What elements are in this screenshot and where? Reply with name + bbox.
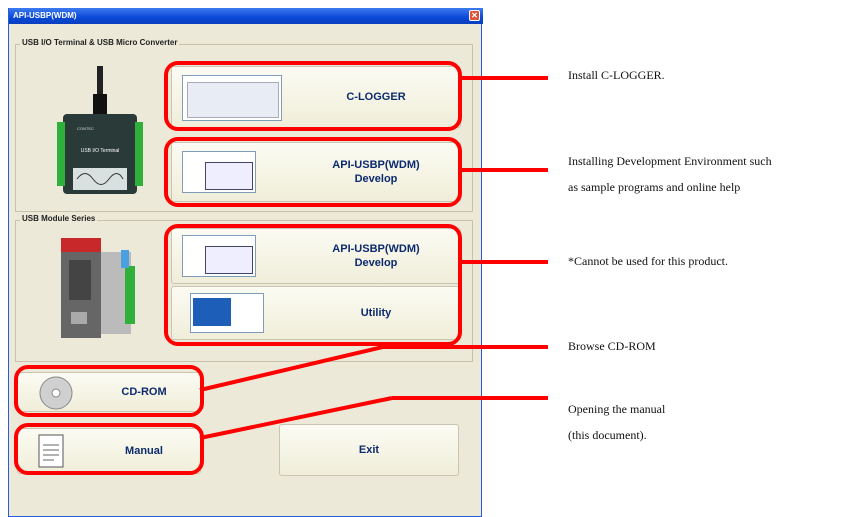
clogger-annotation: Install C-LOGGER.	[568, 68, 665, 82]
cdrom-callout-diagonal	[199, 345, 384, 392]
develop-annotation-line2: as sample programs and online help	[568, 180, 741, 194]
module-annotation: *Cannot be used for this product.	[568, 254, 728, 268]
manual-callout-diagonal	[199, 396, 393, 440]
manual-annotation-line2: (this document).	[568, 428, 647, 442]
manual-annotation-line1: Opening the manual	[568, 402, 666, 416]
develop-annotation-line1: Installing Development Environment such	[568, 154, 772, 168]
cdrom-annotation: Browse CD-ROM	[568, 339, 656, 353]
